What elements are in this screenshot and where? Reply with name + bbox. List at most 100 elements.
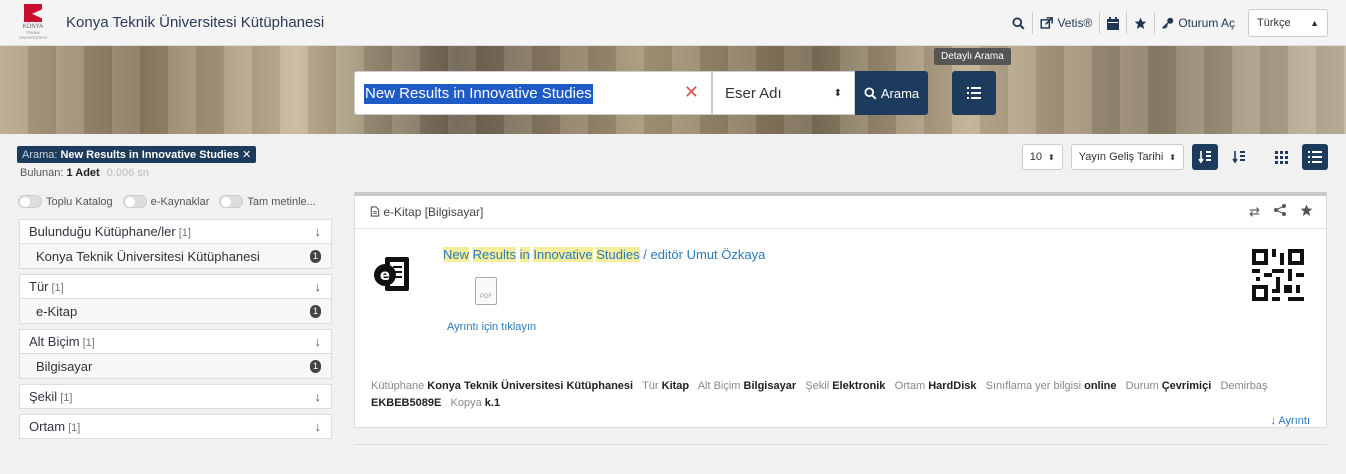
facet-subformat-header[interactable]: Alt Biçim [1] ↓ — [19, 329, 332, 354]
title-word: Results — [472, 247, 516, 262]
record-actions: ⇄ — [1249, 204, 1313, 220]
login-label: Oturum Aç — [1178, 16, 1235, 30]
external-link-icon — [1040, 16, 1054, 29]
query-badge-label: Arama: — [22, 148, 58, 161]
sort-descending-button[interactable] — [1226, 144, 1252, 170]
facet-count: [1] — [51, 282, 64, 294]
site-title[interactable]: Konya Teknik Üniversitesi Kütüphanesi — [66, 14, 324, 31]
select-arrows-icon: ⬍ — [833, 87, 842, 99]
facet-type-header[interactable]: Tür [1] ↓ — [19, 274, 332, 299]
active-query-badge[interactable]: Arama: New Results in Innovative Studies… — [17, 146, 257, 163]
meta-label: Kopya — [450, 397, 482, 409]
meta-label: Kütüphane — [371, 380, 425, 392]
pdf-label: PDF — [480, 294, 492, 300]
clear-search-icon[interactable]: ✕ — [684, 82, 699, 103]
result-card: e-Kitap [Bilgisayar] ⇄ e New Results in … — [354, 192, 1327, 428]
toggle-label: Tam metinle... — [247, 195, 316, 208]
share-icon[interactable] — [1274, 204, 1286, 220]
toggle-e-kaynaklar[interactable]: e-Kaynaklar — [122, 195, 209, 208]
search-icon[interactable] — [1005, 12, 1032, 34]
source-toggles: Toplu Katalog e-Kaynaklar Tam metinle... — [18, 195, 316, 208]
pdf-icon[interactable]: PDF — [475, 277, 497, 305]
facet-subformat-item[interactable]: Bilgisayar 1 — [19, 354, 332, 379]
facet-item-label: e-Kitap — [36, 303, 78, 319]
language-select[interactable]: Türkçe ▲︎ — [1248, 9, 1328, 37]
vetis-link[interactable]: Vetis® — [1032, 12, 1099, 34]
meta-label: Şekil — [805, 380, 830, 392]
meta-value: Kitap — [661, 380, 690, 392]
facet-panel: Bulunduğu Kütüphane/ler [1] ↓ Konya Tekni… — [19, 219, 332, 439]
logo-mark-icon — [24, 4, 42, 22]
calendar-icon[interactable] — [1099, 12, 1126, 34]
detail-link[interactable]: Ayrıntı için tıklayın — [447, 321, 536, 333]
facet-library-item[interactable]: Konya Teknik Üniversitesi Kütüphanesi 1 — [19, 244, 332, 269]
record-responsibility: / editör Umut Özkaya — [639, 247, 766, 262]
facet-shape-header[interactable]: Şekil [1] ↓ — [19, 384, 332, 409]
title-word: New — [443, 247, 470, 262]
result-card-body: e New Results in Innovative Studies / ed… — [355, 229, 1326, 364]
arrow-down-icon: ↓ — [314, 279, 322, 294]
list-view-button[interactable] — [1302, 144, 1328, 170]
facet-title: Şekil — [29, 389, 58, 404]
grid-view-button[interactable] — [1268, 144, 1294, 170]
facet-count: [1] — [178, 227, 191, 239]
search-banner: New Results in Innovative Studies ✕ Eser… — [0, 46, 1346, 134]
arrow-down-icon: ↓ — [314, 419, 322, 434]
search-query-text[interactable]: New Results in Innovative Studies — [364, 84, 593, 104]
facet-library-header[interactable]: Bulunduğu Kütüphane/ler [1] ↓ — [19, 219, 332, 244]
toggle-tam-metin[interactable]: Tam metinle... — [219, 195, 316, 208]
meta-value: Çevrimiçi — [1161, 380, 1212, 392]
toggle-switch[interactable] — [18, 195, 42, 208]
advanced-search-button[interactable] — [952, 71, 996, 115]
favorite-star-icon[interactable] — [1300, 204, 1313, 220]
facet-type-item[interactable]: e-Kitap 1 — [19, 299, 332, 324]
facet-count: [1] — [82, 337, 95, 349]
facet-media-header[interactable]: Ortam [1] ↓ — [19, 414, 332, 439]
favorites-star-icon[interactable] — [1126, 12, 1154, 34]
title-word: Innovative — [533, 247, 593, 262]
login-link[interactable]: Oturum Aç — [1154, 12, 1242, 34]
result-count: Bulunan: 1 Adet 0.006 sn — [20, 167, 149, 179]
search-input[interactable]: New Results in Innovative Studies ✕ — [354, 71, 712, 115]
meta-value: online — [1084, 380, 1117, 392]
svg-text:e: e — [380, 266, 390, 284]
meta-label: Durum — [1125, 380, 1159, 392]
arrow-down-icon: ↓ — [314, 224, 322, 239]
facet-title: Tür — [29, 279, 49, 294]
found-label: Bulunan: — [20, 167, 64, 179]
select-arrows-icon: ▲︎ — [1310, 18, 1319, 28]
document-icon — [370, 206, 380, 217]
title-word: in — [519, 247, 530, 262]
sort-field-select[interactable]: Yayın Geliş Tarihi ⬍ — [1070, 144, 1184, 170]
result-card-header: e-Kitap [Bilgisayar] ⇄ — [355, 196, 1326, 229]
facet-title: Ortam — [29, 419, 66, 434]
sort-ascending-icon — [1198, 151, 1211, 164]
search-button[interactable]: Arama — [855, 71, 928, 115]
qr-code — [1252, 249, 1304, 301]
title-word: Studies — [596, 247, 640, 262]
university-logo[interactable]: KONYA TEKNİK ÜNİVERSİTESİ — [16, 4, 50, 40]
toggle-switch[interactable] — [122, 195, 147, 208]
swap-icon[interactable]: ⇄ — [1249, 204, 1260, 220]
remove-query-icon[interactable]: ✕ — [242, 148, 251, 161]
toggle-switch[interactable] — [219, 195, 244, 208]
search-field-select[interactable]: Eser Adı ⬍ — [712, 71, 855, 115]
search-field-value: Eser Adı — [725, 84, 782, 102]
record-title[interactable]: New Results in Innovative Studies / edit… — [443, 247, 765, 262]
list-icon — [967, 87, 981, 99]
meta-label: Demirbaş — [1220, 380, 1268, 392]
meta-value: HardDisk — [928, 380, 977, 392]
result-controls: 10 ⬍ Yayın Geliş Tarihi ⬍ — [1021, 144, 1328, 170]
toggle-toplu-katalog[interactable]: Toplu Katalog — [18, 195, 113, 208]
meta-label: Ortam — [894, 380, 926, 392]
list-icon — [1308, 151, 1322, 163]
meta-label: Alt Biçim — [697, 380, 741, 392]
facet-item-label: Bilgisayar — [36, 358, 93, 374]
page-size-select[interactable]: 10 ⬍ — [1021, 144, 1063, 170]
facet-count: [1] — [68, 422, 81, 434]
sort-field-value: Yayın Geliş Tarihi — [1078, 151, 1164, 163]
advanced-search-tooltip: Detaylı Arama — [934, 48, 1011, 65]
more-details-link[interactable]: ↓ Ayrıntı — [1270, 415, 1310, 427]
search-icon — [864, 86, 877, 99]
sort-ascending-button[interactable] — [1192, 144, 1218, 170]
